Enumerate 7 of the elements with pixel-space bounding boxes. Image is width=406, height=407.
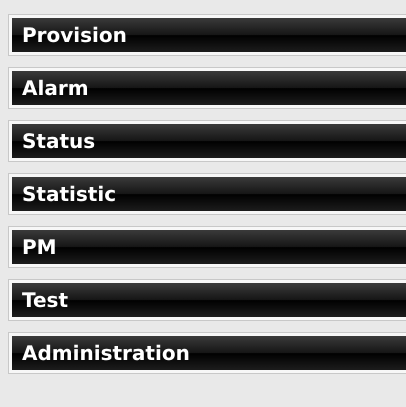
menu-item[interactable]: Alarm	[9, 68, 406, 108]
menu-item[interactable]: Provision	[9, 15, 406, 55]
menu-item[interactable]: Statistic	[9, 174, 406, 214]
menu-item[interactable]: Test	[9, 280, 406, 320]
menu-item[interactable]: Status	[9, 121, 406, 161]
menu-item[interactable]: Administration	[9, 333, 406, 373]
menu-item[interactable]: PM	[9, 227, 406, 267]
